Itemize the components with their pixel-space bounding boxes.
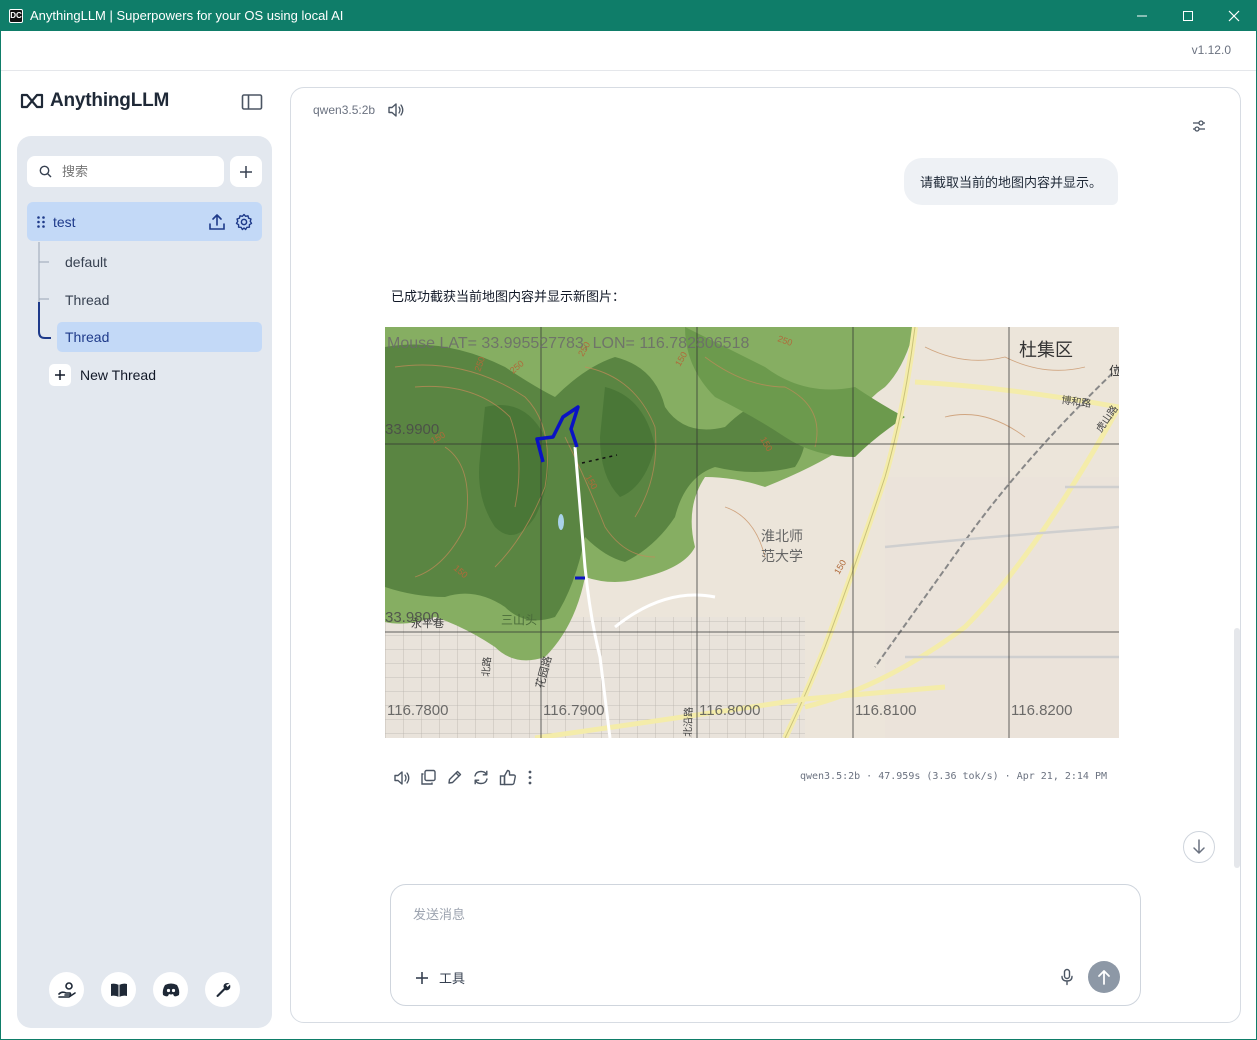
thread-label: Thread (65, 329, 110, 345)
plus-icon-box (49, 364, 71, 386)
map-lon-label-3: 116.8000 (699, 702, 760, 719)
upload-icon (209, 214, 225, 230)
map-screenshot-image: Mouse LAT= 33.995527783, LON= 116.782806… (385, 327, 1119, 738)
gear-icon (235, 213, 253, 231)
add-workspace-button[interactable] (230, 156, 262, 187)
arrow-up-icon (1098, 970, 1110, 985)
chat-settings-button[interactable] (1191, 118, 1207, 139)
wrench-icon (216, 982, 230, 997)
search-icon (39, 165, 52, 178)
tools-label: 工具 (439, 971, 466, 986)
map-village-label: 三山头 (501, 613, 537, 627)
close-button[interactable] (1211, 0, 1257, 31)
microphone-icon (1061, 968, 1073, 986)
arrow-down-icon (1193, 839, 1205, 854)
hand-support-icon (57, 981, 76, 998)
documentation-button[interactable] (101, 972, 136, 1007)
new-thread-label: New Thread (80, 367, 157, 383)
settings-wrench-button[interactable] (205, 972, 240, 1007)
maximize-icon (1183, 10, 1193, 21)
message-metadata: qwen3.5:2b · 47.959s (3.36 tok/s) · Apr … (799, 771, 1107, 782)
send-button[interactable] (1088, 961, 1120, 993)
new-thread-button[interactable]: New Thread (49, 364, 156, 386)
plus-icon (55, 370, 65, 380)
workspace-name: test (53, 213, 76, 230)
sidebar-toggle-button[interactable] (241, 93, 263, 116)
more-options-icon[interactable] (526, 769, 534, 786)
map-university-label-2: 范大学 (761, 548, 803, 565)
speaker-icon[interactable] (393, 770, 411, 786)
header-divider (1, 70, 1256, 71)
workspace-settings-button[interactable] (235, 213, 253, 236)
version-label: v1.12.0 (1191, 43, 1231, 57)
message-actions (393, 769, 534, 786)
map-lon-label-5: 116.8200 (1011, 702, 1072, 719)
thread-item-thread-1[interactable]: Thread (57, 285, 262, 315)
community-hub-button[interactable] (49, 972, 84, 1007)
brand-name: AnythingLLM (50, 90, 170, 111)
map-mouse-readout: Mouse LAT= 33.995527783, LON= 116.782806… (387, 335, 749, 352)
user-message-bubble: 请截取当前的地图内容并显示。 (903, 158, 1118, 205)
plus-icon (240, 165, 252, 178)
map-road-label-3: 北沿路 (681, 707, 695, 737)
window-titlebar: DC AnythingLLM | Superpowers for your OS… (0, 0, 1257, 31)
plus-icon (416, 971, 428, 984)
map-pond (558, 514, 564, 530)
map-district-label: 杜集区 (1019, 340, 1073, 361)
workspace-item-test[interactable]: test (27, 202, 262, 241)
thread-item-thread-2-active[interactable]: Thread (57, 322, 262, 352)
maximize-button[interactable] (1165, 0, 1211, 31)
topographic-map: Mouse LAT= 33.995527783, LON= 116.782806… (385, 327, 1119, 738)
map-cut-label: 位 (1109, 363, 1119, 378)
map-urban-area-right (885, 477, 1119, 738)
regenerate-icon[interactable] (472, 769, 490, 786)
minimize-button[interactable] (1119, 0, 1165, 31)
book-open-icon (110, 983, 127, 997)
assistant-message-text: 已成功截获当前地图内容并显示新图片： (391, 289, 626, 304)
message-input[interactable] (413, 907, 1113, 922)
sidebar: test default Thread Thread New (17, 136, 272, 1028)
window-frame-left (0, 31, 1, 1040)
brand-logo: AnythingLLM (20, 90, 169, 112)
workspace-upload-button[interactable] (208, 213, 226, 236)
discord-button[interactable] (153, 972, 188, 1007)
pencil-edit-icon[interactable] (446, 769, 463, 786)
search-box[interactable] (27, 156, 224, 187)
map-lon-label-1: 116.7800 (387, 702, 448, 719)
close-icon (1228, 10, 1240, 21)
map-alley-label: 永平巷 (411, 616, 444, 630)
thread-item-default[interactable]: default (57, 247, 262, 277)
user-message-text: 请截取当前的地图内容并显示。 (919, 175, 1102, 190)
thumbs-up-icon[interactable] (499, 769, 517, 786)
sidebar-panel-icon (241, 94, 263, 110)
map-lon-label-4: 116.8100 (855, 702, 916, 719)
discord-icon (162, 983, 179, 996)
chat-panel: qwen3.5:2b 请截取当前的地图内容并显示。 已成功截获当前地图内容并显示… (290, 87, 1241, 1023)
speaker-icon[interactable] (387, 102, 405, 118)
microphone-button[interactable] (1060, 968, 1074, 991)
message-composer: 工具 (390, 884, 1141, 1006)
sliders-icon (1193, 120, 1205, 132)
chat-scrollbar[interactable] (1234, 628, 1240, 868)
minimize-icon (1137, 15, 1147, 16)
window-title: AnythingLLM | Superpowers for your OS us… (30, 8, 344, 23)
anythingllm-logo-icon (20, 93, 44, 109)
thread-label: Thread (65, 292, 110, 308)
copy-icon[interactable] (420, 769, 437, 786)
map-university-label-1: 淮北师 (761, 529, 803, 545)
app-icon: DC (9, 8, 23, 23)
model-header: qwen3.5:2b (313, 102, 405, 118)
drag-handle-icon[interactable] (36, 215, 46, 229)
thread-label: default (65, 254, 108, 270)
tools-button[interactable]: 工具 (415, 968, 465, 987)
search-input[interactable] (62, 164, 202, 179)
map-lon-label-2: 116.7900 (543, 702, 604, 719)
model-name: qwen3.5:2b (313, 103, 376, 117)
scroll-to-bottom-button[interactable] (1183, 831, 1215, 863)
